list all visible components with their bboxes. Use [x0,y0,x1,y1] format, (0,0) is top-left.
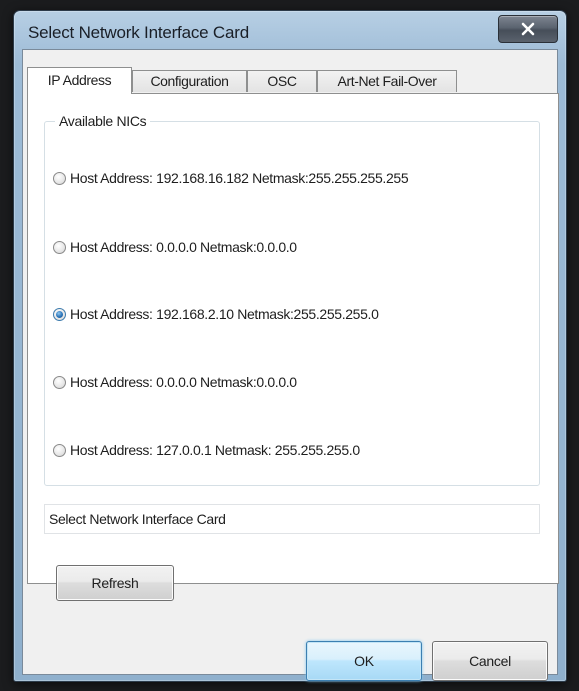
tab-osc[interactable]: OSC [247,70,317,92]
nic-option-5[interactable]: Host Address: 127.0.0.1 Netmask: 255.255… [53,440,360,460]
window-title: Select Network Interface Card [28,23,249,42]
ip-address-panel: Available NICs Host Address: 192.168.16.… [27,93,559,584]
radio-button[interactable] [53,375,66,389]
nic-dialog: Select Network Interface Card IP Address… [13,10,567,682]
nic-option-2[interactable]: Host Address: 0.0.0.0 Netmask:0.0.0.0 [53,237,297,257]
nic-option-3[interactable]: Host Address: 192.168.2.10 Netmask:255.2… [53,304,379,324]
nic-option-label: Host Address: 192.168.2.10 Netmask:255.2… [70,306,379,322]
available-nics-group: Available NICs Host Address: 192.168.16.… [44,113,540,486]
radio-button-selected[interactable] [53,307,66,321]
tab-ip-address[interactable]: IP Address [27,67,132,94]
nic-option-4[interactable]: Host Address: 0.0.0.0 Netmask:0.0.0.0 [53,372,297,392]
nic-option-label: Host Address: 127.0.0.1 Netmask: 255.255… [70,442,360,458]
nic-option-label: Host Address: 192.168.16.182 Netmask:255… [70,170,409,186]
radio-button[interactable] [53,443,66,457]
tab-configuration[interactable]: Configuration [132,70,247,92]
status-text-field: Select Network Interface Card [44,504,540,534]
dialog-body: IP Address Configuration OSC Art-Net Fai… [22,49,559,681]
title-bar[interactable]: Select Network Interface Card [14,11,566,47]
radio-button[interactable] [53,240,66,254]
nic-option-1[interactable]: Host Address: 192.168.16.182 Netmask:255… [53,168,409,188]
close-icon [521,22,535,36]
ok-button[interactable]: OK [306,641,422,681]
nic-option-label: Host Address: 0.0.0.0 Netmask:0.0.0.0 [70,374,297,390]
nic-option-label: Host Address: 0.0.0.0 Netmask:0.0.0.0 [70,239,297,255]
cancel-button[interactable]: Cancel [432,641,548,681]
close-button[interactable] [498,15,558,43]
refresh-button[interactable]: Refresh [56,565,174,601]
tab-art-net-fail-over[interactable]: Art-Net Fail-Over [317,70,457,92]
radio-button[interactable] [53,171,66,185]
group-title: Available NICs [55,113,151,129]
